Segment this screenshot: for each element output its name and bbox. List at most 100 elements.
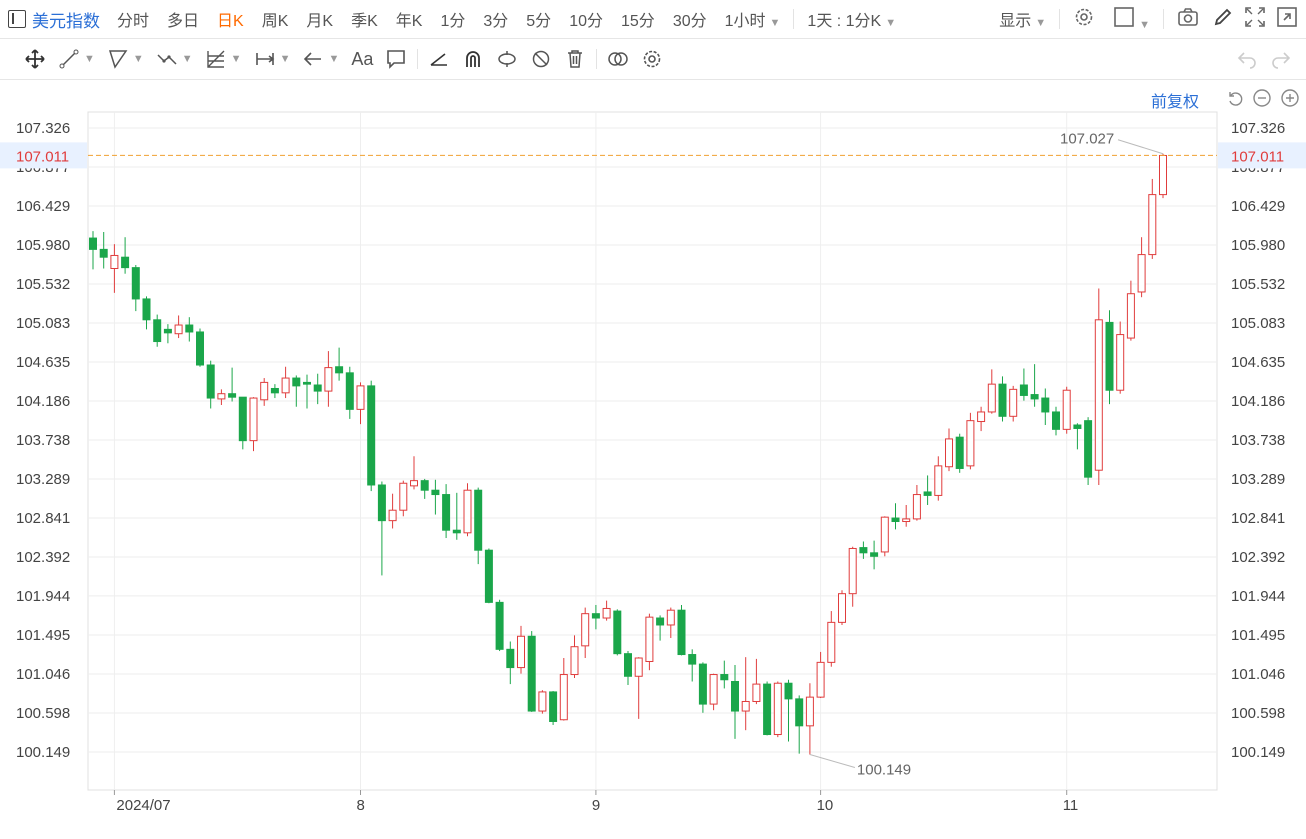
layout-select[interactable]: ▼ [1104,6,1159,33]
sync-icon [498,51,517,67]
y-tick-label-right: 105.980 [1231,237,1285,254]
period-tab-10[interactable]: 10分 [560,7,612,31]
channel-tool[interactable]: ▼ [101,39,150,79]
chevron-down-icon: ▼ [279,53,291,65]
chevron-down-icon: ▼ [769,17,781,29]
candle-body-down [495,601,504,650]
candle-body-down [121,256,130,269]
y-tick-label-right: 101.495 [1231,627,1285,644]
period-tab-5[interactable]: 季K [342,7,387,31]
candle-body-up [912,494,921,520]
drawing-toolbar: ▼ ▼ ▼ ▼ ▼ ▼ Aa [0,39,1306,80]
undo-button[interactable] [1230,39,1264,79]
period-tab-7[interactable]: 1分 [431,7,474,31]
candle-body-up [1137,254,1146,293]
period-tab-1[interactable]: 多日 [158,7,208,31]
period-tab-9[interactable]: 5分 [517,7,560,31]
candle-body-down [452,529,461,534]
fib-tool[interactable]: ▼ [199,39,248,79]
chart-settings-tool[interactable] [635,39,669,79]
candle-body-down [89,237,97,250]
candle-body-up [217,393,226,400]
candle-body-up [902,518,911,523]
candle-body-up [410,480,418,487]
candle-body-down [624,653,632,677]
window-button[interactable] [1272,6,1306,33]
angle-tool[interactable] [422,39,456,79]
candle-body-up [260,381,269,401]
candle-body-up [634,657,643,677]
candle-body-down [345,372,354,410]
y-tick-label-right: 100.149 [1231,744,1285,761]
candle-body-up [880,516,889,553]
measure-tool[interactable]: ▼ [248,39,297,79]
candle-body-down [377,484,386,522]
comment-tool[interactable] [379,39,413,79]
compare-icon [608,52,629,66]
arrow-tool[interactable]: ▼ [296,39,345,79]
period-tab-0[interactable]: 分时 [108,7,158,31]
candlestick-chart[interactable]: 107.326107.326106.877106.877106.429106.4… [0,80,1306,834]
y-tick-label-left: 103.738 [16,432,70,449]
divider [793,9,795,29]
magnet-tool[interactable] [456,39,490,79]
arrow-left-icon [304,52,322,66]
candle-body-up [1116,334,1125,391]
move-tool[interactable] [0,39,52,79]
y-tick-label-left: 102.392 [16,549,70,566]
compare-tool[interactable] [601,39,635,79]
magnet-icon [466,51,481,67]
candle-body-up [1126,293,1135,339]
x-tick-label: 2024/07 [116,797,170,814]
sync-tool[interactable] [490,39,524,79]
redo-button[interactable] [1264,39,1306,79]
candle-body-up [1148,194,1157,256]
candle-body-down [549,691,558,722]
wave-tool[interactable]: ▼ [150,39,199,79]
fullscreen-button[interactable] [1238,6,1272,33]
period-tab-11[interactable]: 15分 [612,7,664,31]
y-tick-label-right: 104.186 [1231,393,1285,410]
candle-body-down [656,617,665,626]
draw-button[interactable] [1208,6,1238,33]
delete-tool[interactable] [558,39,592,79]
candle-body-down [1084,420,1093,478]
period-tab-2[interactable]: 日K [208,7,253,31]
chart-area[interactable]: 107.326107.326106.877106.877106.429106.4… [0,80,1306,834]
candle-body-down [763,683,772,736]
text-tool[interactable]: Aa [345,39,379,79]
y-tick-label-left: 103.289 [16,471,70,488]
display-select[interactable]: 显示 ▼ [990,7,1055,31]
candle-body-down [131,267,140,300]
min-label: 100.149 [857,762,911,779]
candle-body-down [238,396,247,442]
candle-body-down [163,328,172,334]
line-tool[interactable]: ▼ [52,39,101,79]
period-tab-8[interactable]: 3分 [474,7,517,31]
candle-body-up [752,683,761,702]
period-tab-6[interactable]: 年K [387,7,432,31]
candle-body-down [484,549,493,603]
y-tick-label-left: 104.186 [16,393,70,410]
candle-body-up [356,385,365,410]
y-tick-label-left: 100.598 [16,705,70,722]
y-tick-label-left: 105.532 [16,276,70,293]
period-tab-3[interactable]: 周K [253,7,298,31]
candle-body-down [1019,384,1028,396]
candle-body-down [335,366,344,374]
candle-body-up [1094,319,1103,471]
symbol-title[interactable]: 美元指数 [26,7,108,32]
candle-body-down [185,324,194,333]
candle-body-up [1159,154,1167,196]
y-tick-label-right: 100.598 [1231,705,1285,722]
screenshot-button[interactable] [1168,6,1208,33]
period-tab-4[interactable]: 月K [297,7,342,31]
candle-body-down [731,680,739,712]
candle-body-up [987,383,996,413]
hide-tool[interactable] [524,39,558,79]
panel-toggle-icon[interactable] [8,10,26,28]
period-tab-12[interactable]: 30分 [664,7,716,31]
range-select[interactable]: 1天 : 1分K ▼ [798,7,905,31]
hour-select[interactable]: 1小时 ▼ [716,7,790,31]
settings-button[interactable] [1064,6,1104,33]
